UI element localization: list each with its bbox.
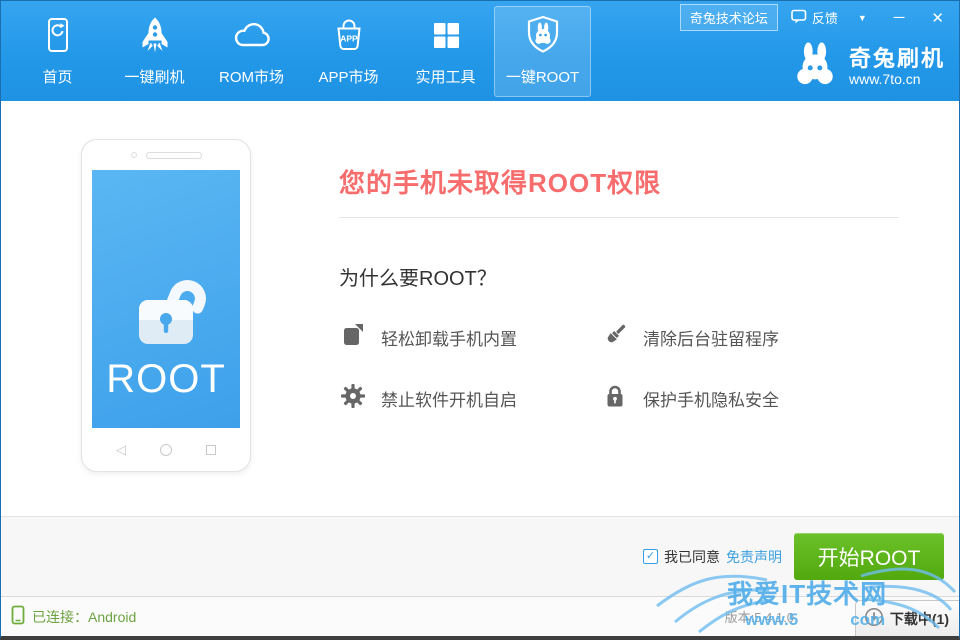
header: 首页 一键刷机: [1, 1, 959, 101]
download-icon: [864, 607, 884, 630]
start-root-button[interactable]: 开始ROOT: [794, 533, 944, 580]
main-content: ROOT ◁ 您的手机未取得ROOT权限 为什么要ROOT？: [1, 101, 959, 516]
nav-tab-tools[interactable]: 实用工具: [397, 6, 494, 97]
lock-icon: [601, 382, 629, 415]
nav-tab-label: ROM市场: [219, 66, 284, 87]
phone-speaker: [146, 152, 202, 159]
feature-clean: 清除后台驻留程序: [601, 321, 899, 354]
gear-icon: [339, 382, 367, 415]
nav-tab-app-market[interactable]: APP APP市场: [300, 6, 397, 97]
forum-button[interactable]: 奇兔技术论坛: [680, 4, 778, 31]
version-label: 版本:5.4.1.0: [725, 607, 794, 626]
clean-brush-icon: [601, 321, 629, 354]
feature-label: 保护手机隐私安全: [643, 386, 779, 411]
close-button[interactable]: ✕: [924, 9, 951, 27]
nav-tab-label: 一键刷机: [124, 66, 184, 87]
feedback-button[interactable]: 反馈: [791, 8, 838, 27]
phone-screen: ROOT: [92, 170, 240, 428]
speech-bubble-icon: [791, 9, 807, 27]
feature-label: 清除后台驻留程序: [643, 325, 779, 350]
feature-list: 轻松卸载手机内置 清除后台驻留程序: [339, 321, 899, 415]
nav-tab-label: 实用工具: [415, 66, 475, 87]
cloud-icon: [229, 13, 275, 59]
dropdown-caret-icon[interactable]: ▼: [851, 11, 874, 25]
phone-illustration: ROOT ◁: [81, 139, 251, 472]
feature-label: 轻松卸载手机内置: [381, 325, 517, 350]
phone-root-label: ROOT: [106, 357, 226, 402]
phone-connected-icon: [11, 605, 25, 628]
app-icon-text: APP: [340, 34, 358, 44]
brand-logo: 奇兔刷机 www.7to.cn: [791, 41, 945, 92]
agree-label: 我已同意: [664, 547, 720, 567]
brand-name: 奇兔刷机: [849, 46, 945, 71]
app-window: 首页 一键刷机: [0, 0, 960, 640]
connection-status: 已连接：Android: [11, 605, 136, 628]
phone-camera-dot: [131, 152, 137, 158]
nav-tab-label: APP市场: [318, 66, 378, 87]
home-refresh-icon: [36, 13, 80, 59]
nav-tab-root[interactable]: 一键ROOT: [494, 6, 591, 97]
agree-checkbox[interactable]: ✓: [643, 549, 658, 564]
feedback-label: 反馈: [812, 8, 838, 27]
feature-uninstall: 轻松卸载手机内置: [339, 321, 601, 354]
nav-tab-label: 一键ROOT: [506, 66, 579, 87]
uninstall-icon: [339, 321, 367, 354]
nav-tab-rom-market[interactable]: ROM市场: [203, 6, 300, 97]
feature-autostart: 禁止软件开机自启: [339, 382, 601, 415]
connection-label: 已连接：Android: [32, 607, 136, 627]
shield-rabbit-icon: [519, 13, 567, 59]
action-bar: ✓ 我已同意 免责声明 开始ROOT: [1, 516, 959, 596]
android-recent-icon: [206, 445, 216, 455]
android-home-icon: [160, 444, 172, 456]
rocket-icon: [133, 13, 177, 59]
tiles-icon: [424, 13, 468, 59]
minimize-button[interactable]: ─: [887, 9, 912, 26]
app-bag-icon: APP: [327, 13, 371, 59]
window-controls: 奇兔技术论坛 反馈 ▼ ─ ✕: [680, 4, 951, 31]
feature-privacy: 保护手机隐私安全: [601, 382, 899, 415]
why-root-heading: 为什么要ROOT？: [339, 262, 899, 291]
feature-label: 禁止软件开机自启: [381, 386, 517, 411]
nav-tab-label: 首页: [42, 66, 72, 87]
nav-tab-home[interactable]: 首页: [9, 6, 106, 97]
disclaimer-link[interactable]: 免责声明: [726, 547, 782, 567]
nav-tab-flash[interactable]: 一键刷机: [106, 6, 203, 97]
open-lock-icon: [120, 256, 212, 353]
rabbit-logo-icon: [791, 41, 839, 92]
download-label: 下载中(1): [890, 609, 949, 629]
page-title: 您的手机未取得ROOT权限: [339, 163, 899, 200]
download-button[interactable]: 下载中(1): [855, 600, 959, 636]
android-back-icon: ◁: [116, 442, 126, 458]
status-bar: 已连接：Android 版本:5.4.1.0 下载中(1): [1, 596, 959, 636]
brand-url: www.7to.cn: [849, 71, 945, 87]
divider: [339, 217, 899, 218]
